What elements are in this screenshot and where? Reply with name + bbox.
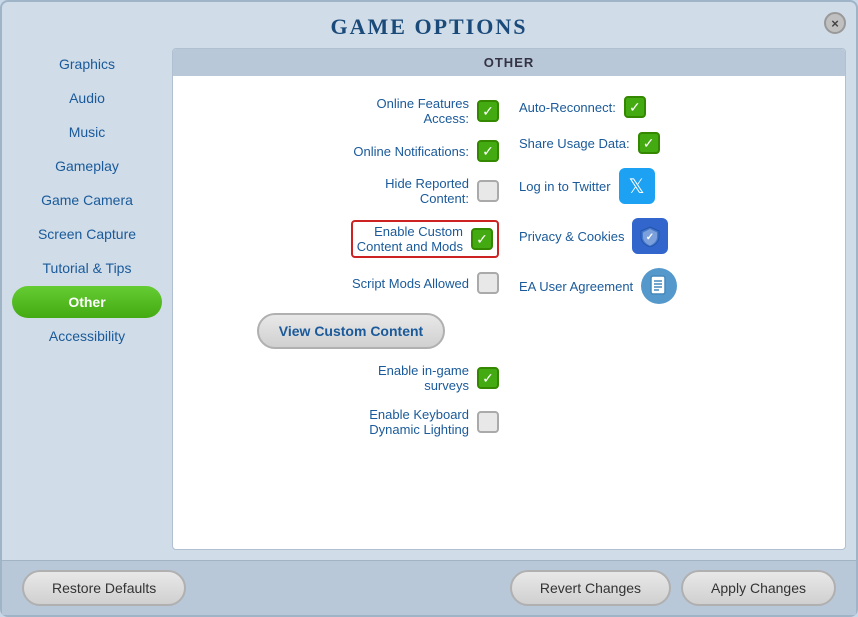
- ingame-surveys-label: Enable in-gamesurveys: [378, 363, 469, 393]
- twitter-label: Log in to Twitter: [519, 179, 611, 194]
- privacy-label: Privacy & Cookies: [519, 229, 624, 244]
- sidebar-item-gameplay[interactable]: Gameplay: [12, 150, 162, 182]
- share-usage-label: Share Usage Data:: [519, 136, 630, 151]
- close-button[interactable]: ×: [824, 12, 846, 34]
- panel-content: Online FeaturesAccess: ✓ Online Notifica…: [173, 76, 845, 549]
- script-mods-row: Script Mods Allowed: [203, 272, 499, 294]
- main-panel: Other Online FeaturesAccess: ✓ Online No…: [172, 48, 846, 550]
- hide-reported-label: Hide ReportedContent:: [385, 176, 469, 206]
- hide-reported-row: Hide ReportedContent:: [203, 176, 499, 206]
- enable-custom-checkbox[interactable]: ✓: [471, 228, 493, 250]
- privacy-button[interactable]: ✓: [632, 218, 668, 254]
- online-features-checkbox[interactable]: ✓: [477, 100, 499, 122]
- online-features-label: Online FeaturesAccess:: [377, 96, 470, 126]
- view-custom-content-button[interactable]: View Custom Content: [257, 313, 445, 349]
- right-column: Auto-Reconnect: ✓ Share Usage Data: ✓ Lo…: [509, 91, 825, 442]
- online-features-row: Online FeaturesAccess: ✓: [203, 96, 499, 126]
- auto-reconnect-checkbox[interactable]: ✓: [624, 96, 646, 118]
- content-area: Graphics Audio Music Gameplay Game Camer…: [2, 48, 856, 560]
- section-header: Other: [173, 49, 845, 76]
- online-notifications-row: Online Notifications: ✓: [203, 140, 499, 162]
- bottom-right-buttons: Revert Changes Apply Changes: [510, 570, 836, 606]
- agreement-label: EA User Agreement: [519, 279, 633, 294]
- title-bar: Game Options ×: [2, 2, 856, 48]
- sidebar-item-graphics[interactable]: Graphics: [12, 48, 162, 80]
- sidebar-item-music[interactable]: Music: [12, 116, 162, 148]
- sidebar: Graphics Audio Music Gameplay Game Camer…: [12, 48, 162, 550]
- online-notifications-label: Online Notifications:: [353, 144, 469, 159]
- sidebar-item-audio[interactable]: Audio: [12, 82, 162, 114]
- svg-text:✓: ✓: [646, 232, 654, 243]
- privacy-row: Privacy & Cookies ✓: [519, 218, 815, 254]
- ingame-surveys-row: Enable in-gamesurveys ✓: [203, 363, 499, 393]
- agreement-row: EA User Agreement: [519, 268, 815, 304]
- sidebar-item-other[interactable]: Other: [12, 286, 162, 318]
- revert-changes-button[interactable]: Revert Changes: [510, 570, 671, 606]
- auto-reconnect-label: Auto-Reconnect:: [519, 100, 616, 115]
- sidebar-item-accessibility[interactable]: Accessibility: [12, 320, 162, 352]
- enable-custom-row: Enable CustomContent and Mods ✓: [203, 220, 499, 258]
- bottom-bar: Restore Defaults Revert Changes Apply Ch…: [2, 560, 856, 615]
- apply-changes-button[interactable]: Apply Changes: [681, 570, 836, 606]
- twitter-row: Log in to Twitter 𝕏: [519, 168, 815, 204]
- ingame-surveys-checkbox[interactable]: ✓: [477, 367, 499, 389]
- restore-defaults-button[interactable]: Restore Defaults: [22, 570, 186, 606]
- script-mods-checkbox[interactable]: [477, 272, 499, 294]
- options-grid: Online FeaturesAccess: ✓ Online Notifica…: [193, 91, 825, 442]
- enable-custom-label: Enable CustomContent and Mods: [357, 224, 463, 254]
- keyboard-lighting-row: Enable KeyboardDynamic Lighting: [203, 407, 499, 437]
- script-mods-label: Script Mods Allowed: [352, 276, 469, 291]
- hide-reported-checkbox[interactable]: [477, 180, 499, 202]
- sidebar-item-screen-capture[interactable]: Screen Capture: [12, 218, 162, 250]
- enable-custom-highlighted: Enable CustomContent and Mods ✓: [351, 220, 499, 258]
- agreement-button[interactable]: [641, 268, 677, 304]
- view-cc-row: View Custom Content: [203, 308, 499, 349]
- window-title: Game Options: [2, 14, 856, 40]
- share-usage-row: Share Usage Data: ✓: [519, 132, 815, 154]
- keyboard-lighting-checkbox[interactable]: [477, 411, 499, 433]
- twitter-button[interactable]: 𝕏: [619, 168, 655, 204]
- left-column: Online FeaturesAccess: ✓ Online Notifica…: [193, 91, 509, 442]
- main-window: Game Options × Graphics Audio Music Game…: [0, 0, 858, 617]
- sidebar-item-tutorial[interactable]: Tutorial & Tips: [12, 252, 162, 284]
- sidebar-item-game-camera[interactable]: Game Camera: [12, 184, 162, 216]
- share-usage-checkbox[interactable]: ✓: [638, 132, 660, 154]
- keyboard-lighting-label: Enable KeyboardDynamic Lighting: [369, 407, 469, 437]
- online-notifications-checkbox[interactable]: ✓: [477, 140, 499, 162]
- auto-reconnect-row: Auto-Reconnect: ✓: [519, 96, 815, 118]
